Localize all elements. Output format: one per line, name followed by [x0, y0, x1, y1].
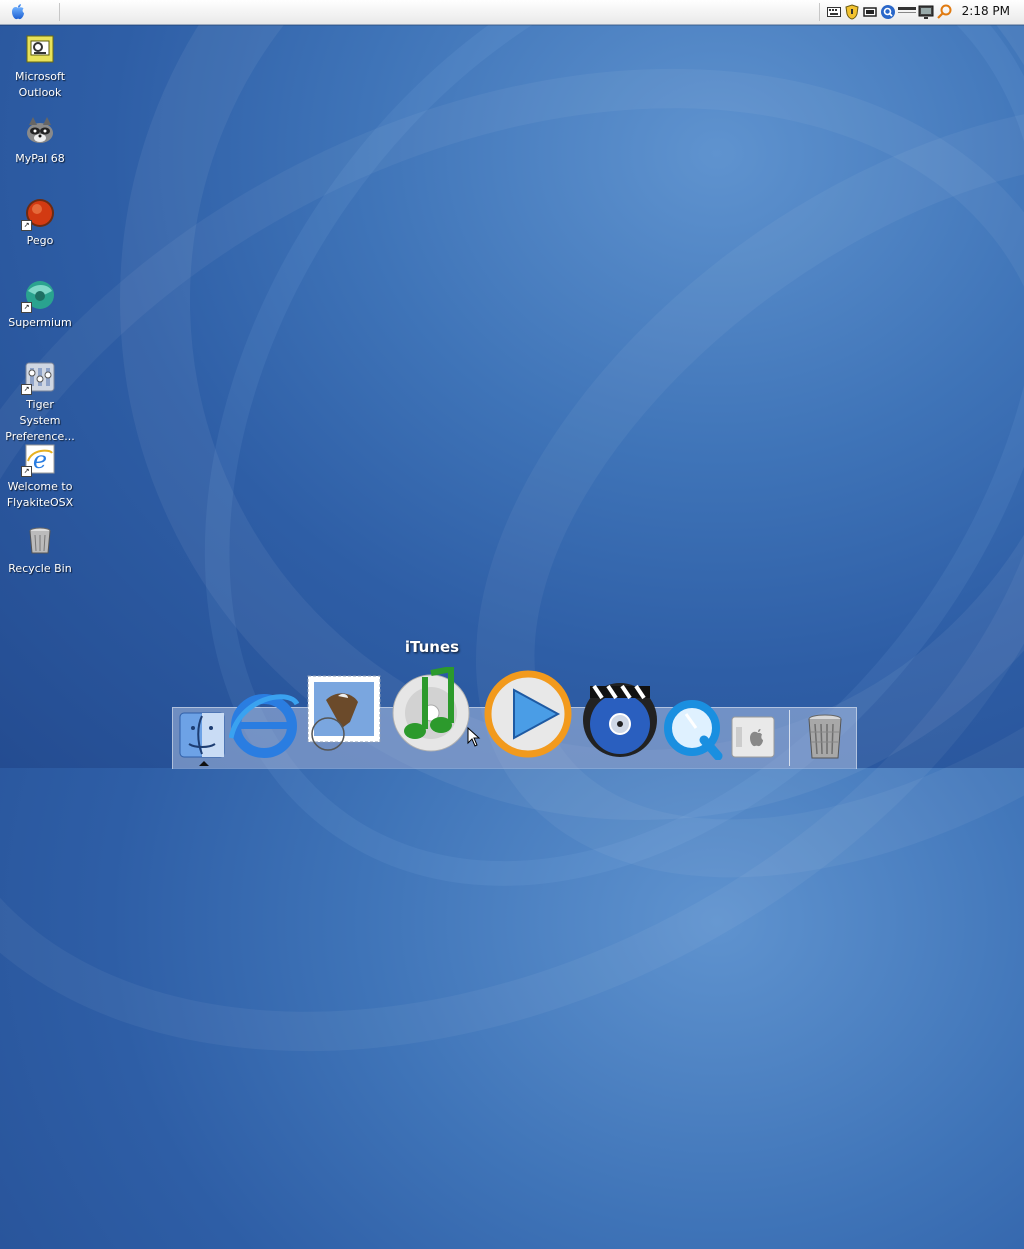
supermium-icon: ↗ — [21, 279, 56, 313]
desktop-icon-label: Recycle Bin — [8, 562, 72, 575]
dock-dvd-player[interactable] — [580, 678, 660, 762]
itunes-icon — [392, 665, 470, 752]
finder-icon — [179, 712, 225, 758]
dock-system[interactable] — [730, 715, 776, 763]
recycle-bin-icon — [24, 525, 56, 557]
search-icon[interactable] — [880, 4, 896, 20]
dvd-player-icon — [583, 683, 657, 757]
apple-menu-button[interactable] — [8, 2, 48, 22]
key-icon[interactable] — [936, 4, 952, 20]
raccoon-icon — [24, 115, 56, 147]
menu-separator — [59, 3, 60, 21]
dock-separator — [789, 710, 790, 766]
dock-trash[interactable] — [803, 712, 847, 766]
shortcut-arrow-icon: ↗ — [21, 220, 32, 231]
dock-media-player[interactable] — [484, 670, 572, 762]
outlook-icon — [24, 33, 56, 65]
quicktime-icon — [664, 700, 723, 761]
menu-bar: 2:18 PM — [0, 0, 1024, 25]
desktop-icon-label: Supermium — [8, 316, 72, 329]
tray-separator — [819, 3, 820, 21]
system-tray — [819, 2, 952, 22]
desktop-icon-label: MyPal 68 — [15, 152, 65, 165]
dock-itunes[interactable] — [389, 665, 475, 757]
shortcut-arrow-icon: ↗ — [21, 384, 32, 395]
wallpaper-swoosh — [0, 0, 1024, 967]
dock-internet-explorer[interactable] — [228, 688, 300, 762]
desktop-icon-label: Tiger System Preference... — [5, 398, 75, 443]
desktop-icon-label: Pego — [26, 234, 54, 247]
battery-icon[interactable] — [862, 4, 878, 20]
desktop-icon-outlook[interactable]: Microsoft Outlook — [4, 33, 76, 101]
desktop-icon-supermium[interactable]: ↗ Supermium — [4, 279, 76, 331]
media-player-icon — [484, 670, 572, 758]
mail-icon — [307, 675, 381, 751]
system-preferences-icon: ↗ — [21, 361, 56, 395]
wallpaper-swoosh — [334, 0, 1024, 1037]
running-indicator — [199, 761, 209, 766]
dock-hover-label: iTunes — [404, 638, 460, 656]
desktop-icon-pego[interactable]: ↗ Pego — [4, 197, 76, 249]
dock-quicktime[interactable] — [662, 698, 724, 764]
system-icon — [731, 716, 775, 758]
desktop-icon-welcome[interactable]: e ↗ Welcome to FlyakiteOSX — [4, 443, 76, 511]
wallpaper-swoosh — [26, 0, 1024, 1051]
shield-icon[interactable] — [844, 4, 860, 20]
pego-icon: ↗ — [21, 197, 56, 231]
trash-icon — [808, 714, 842, 759]
menu-clock[interactable]: 2:18 PM — [962, 4, 1010, 18]
desktop-icon-mypal[interactable]: MyPal 68 — [4, 115, 76, 167]
desktop-icon-recycle-bin[interactable]: Recycle Bin — [4, 525, 76, 577]
wallpaper-swoosh — [0, 0, 1024, 1249]
minimize-bar-icon[interactable] — [898, 4, 916, 20]
shortcut-arrow-icon: ↗ — [21, 302, 32, 313]
desktop-icon-label: Microsoft Outlook — [14, 70, 66, 99]
mouse-cursor-icon — [467, 727, 481, 747]
dock-mail[interactable] — [302, 672, 384, 760]
shortcut-arrow-icon: ↗ — [21, 466, 32, 477]
desktop-icon-label: Welcome to FlyakiteOSX — [6, 480, 74, 509]
apple-icon — [12, 4, 24, 20]
keyboard-icon[interactable] — [826, 4, 842, 20]
internet-explorer-icon: e ↗ — [21, 443, 56, 477]
monitor-icon[interactable] — [918, 4, 934, 20]
desktop-icon-tiger-prefs[interactable]: ↗ Tiger System Preference... — [4, 361, 76, 445]
internet-explorer-icon — [228, 694, 300, 758]
dock-finder[interactable] — [179, 712, 225, 762]
